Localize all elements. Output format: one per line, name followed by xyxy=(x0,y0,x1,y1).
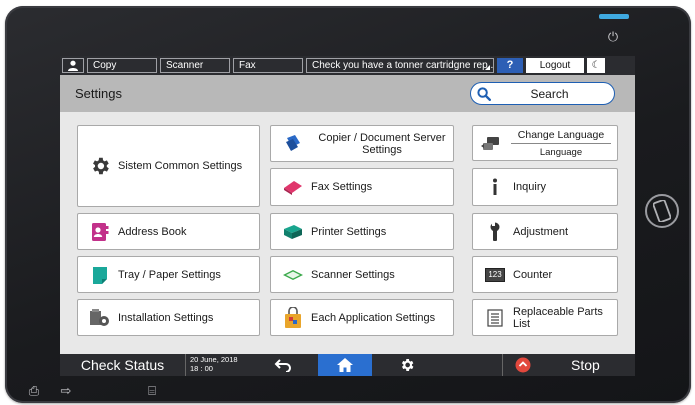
system-common-settings-button[interactable]: Sistem Common Settings xyxy=(77,125,260,207)
inquiry-label: Inquiry xyxy=(513,181,547,193)
counter-badge: 123 xyxy=(485,267,505,282)
each-application-settings-label: Each Application Settings xyxy=(311,311,436,324)
system-common-settings-label: Sistem Common Settings xyxy=(118,160,243,172)
counter-label: Counter xyxy=(513,268,553,281)
home-icon xyxy=(337,358,353,372)
back-button[interactable] xyxy=(266,354,300,376)
scanner-settings-button[interactable]: Scanner Settings xyxy=(270,256,454,293)
counter-icon: 123 xyxy=(483,263,507,287)
shopping-bag-icon xyxy=(281,306,305,330)
tab-fax[interactable]: Fax xyxy=(233,58,303,73)
wrench-icon xyxy=(483,220,507,244)
power-icon[interactable]: ⏻ xyxy=(605,30,621,46)
copier-document-server-settings-button[interactable]: Copier / Document Server Settings xyxy=(270,125,454,162)
settings-gear-button[interactable] xyxy=(390,354,424,376)
back-arrow-icon xyxy=(274,359,291,372)
hardware-keys: ⎙ ⇨ ⌸ xyxy=(25,384,161,399)
check-status-button[interactable]: Check Status xyxy=(60,354,186,376)
tray-paper-settings-button[interactable]: Tray / Paper Settings xyxy=(77,256,260,293)
user-icon[interactable] xyxy=(62,58,84,73)
installation-icon xyxy=(88,306,112,330)
installation-settings-button[interactable]: Installation Settings xyxy=(77,299,260,336)
page-title: Settings xyxy=(75,86,122,101)
bottom-bar: Check Status 20 June, 2018 18 : 00 Stop xyxy=(60,354,635,376)
printer-icon xyxy=(281,220,305,244)
fax-settings-button[interactable]: Fax Settings xyxy=(270,168,454,206)
adjustment-button[interactable]: Adjustment xyxy=(472,213,618,250)
fax-settings-label: Fax Settings xyxy=(311,181,373,193)
home-button[interactable] xyxy=(318,354,372,376)
search-button[interactable]: Search xyxy=(470,82,615,105)
gear-icon xyxy=(88,154,112,178)
energy-saver-icon[interactable]: ☾ xyxy=(587,58,605,73)
copier-icon xyxy=(281,132,305,156)
card-key-icon[interactable]: ⌸ xyxy=(143,384,161,399)
device-frame: ⏻ ⎙ ⇨ ⌸ Copy Scanner Fax Check you have … xyxy=(5,6,691,403)
copier-document-server-settings-label: Copier / Document Server Settings xyxy=(318,131,446,156)
each-application-settings-button[interactable]: Each Application Settings xyxy=(270,299,454,336)
replaceable-parts-list-label: Replaceable Parts List xyxy=(513,305,603,330)
tab-copy[interactable]: Copy xyxy=(87,58,157,73)
language-divider xyxy=(511,143,611,144)
paper-tray-icon xyxy=(88,263,112,287)
tray-paper-settings-label: Tray / Paper Settings xyxy=(118,268,221,281)
inquiry-button[interactable]: Inquiry xyxy=(472,168,618,206)
scanner-settings-label: Scanner Settings xyxy=(311,268,395,281)
counter-button[interactable]: 123 Counter xyxy=(472,256,618,293)
scanner-icon xyxy=(281,263,305,287)
info-icon xyxy=(483,175,507,199)
installation-settings-label: Installation Settings xyxy=(118,311,214,324)
settings-header: Settings Search xyxy=(60,75,635,112)
printer-settings-label: Printer Settings xyxy=(311,225,387,238)
list-icon xyxy=(483,306,507,330)
touch-screen: Copy Scanner Fax Check you have a tonner… xyxy=(60,56,635,376)
stop-label: Stop xyxy=(571,357,600,373)
change-language-button[interactable]: Change Language Language xyxy=(472,125,618,161)
language-switch-icon xyxy=(479,132,503,156)
stop-button[interactable]: Stop xyxy=(502,354,635,376)
address-book-button[interactable]: Address Book xyxy=(77,213,260,250)
print-key-icon[interactable]: ⎙ xyxy=(25,384,43,399)
fax-icon xyxy=(281,175,305,199)
stop-icon xyxy=(515,357,531,373)
change-language-label: Change Language xyxy=(517,129,605,141)
adjustment-label: Adjustment xyxy=(513,225,569,238)
status-message[interactable]: Check you have a tonner cartridgne rep..… xyxy=(306,58,494,73)
language-label: Language xyxy=(539,147,583,158)
address-book-label: Address Book xyxy=(118,225,187,238)
search-icon xyxy=(471,86,497,101)
help-button[interactable]: ? xyxy=(497,58,523,73)
address-book-icon xyxy=(88,220,112,244)
logout-button[interactable]: Logout xyxy=(526,58,584,73)
enter-key-icon[interactable]: ⇨ xyxy=(57,384,75,399)
rotate-phone-icon xyxy=(645,194,679,228)
time-text: 18 : 00 xyxy=(190,363,213,373)
gear-icon xyxy=(401,359,414,371)
top-bar: Copy Scanner Fax Check you have a tonner… xyxy=(60,56,635,75)
replaceable-parts-list-button[interactable]: Replaceable Parts List xyxy=(472,299,618,336)
tab-scanner[interactable]: Scanner xyxy=(160,58,230,73)
search-label: Search xyxy=(530,86,569,101)
printer-settings-button[interactable]: Printer Settings xyxy=(270,213,454,250)
status-led xyxy=(599,14,629,19)
date-time: 20 June, 2018 18 : 00 xyxy=(190,355,238,373)
